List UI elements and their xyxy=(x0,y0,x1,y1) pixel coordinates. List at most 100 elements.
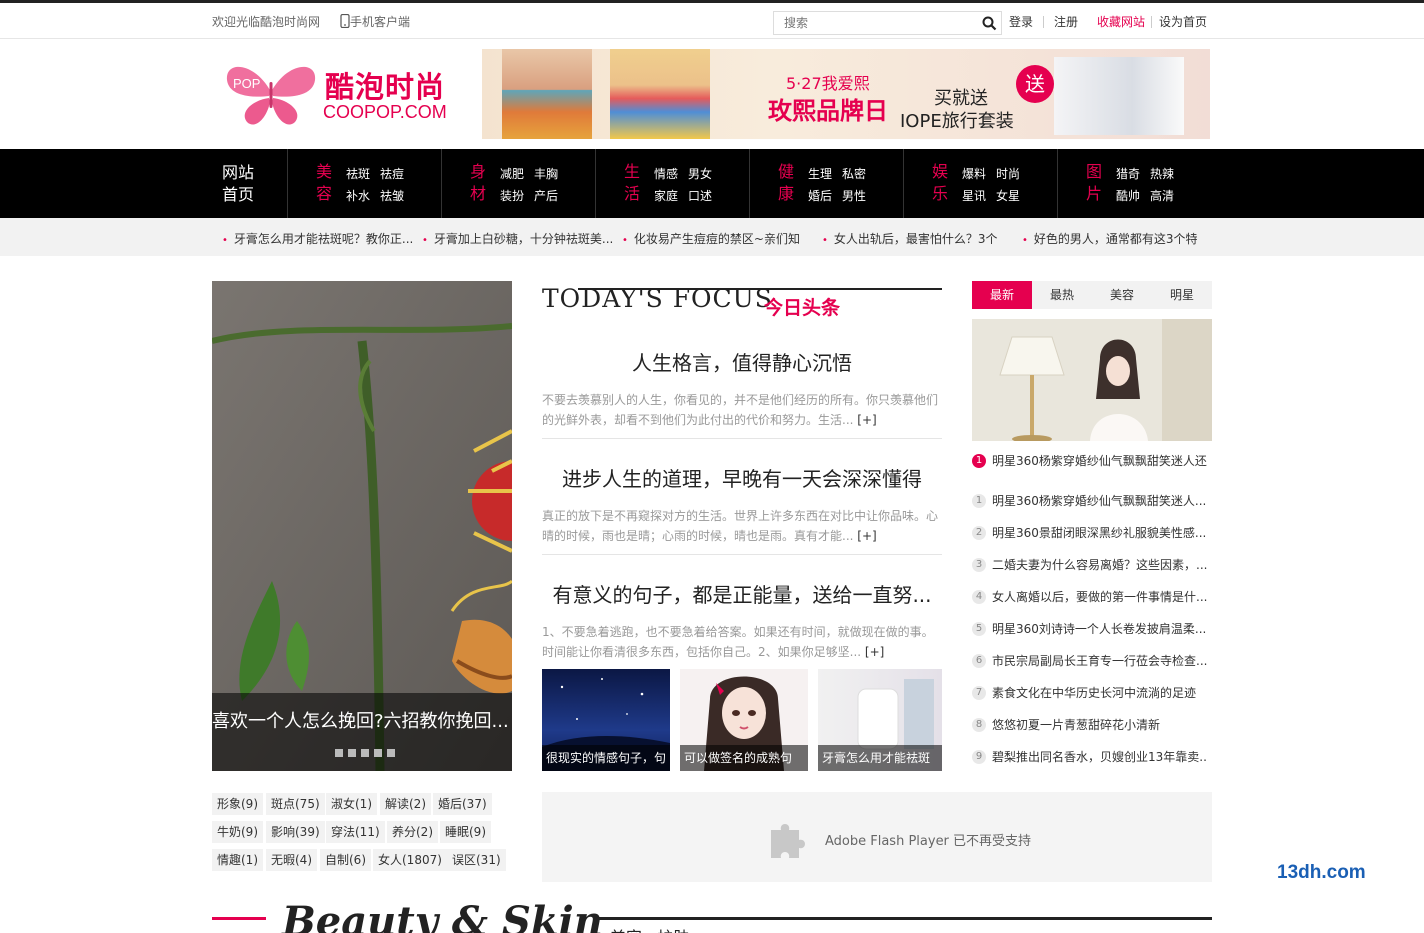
nav-group-health: 健康 生理 私密 婚后 男性 xyxy=(750,149,904,218)
slide-caption[interactable]: 喜欢一个人怎么挽回?六招教你挽回... xyxy=(212,707,512,733)
thumb-card[interactable]: 牙膏怎么用才能祛斑 xyxy=(818,669,942,771)
tab-beauty[interactable]: 美容 xyxy=(1092,281,1152,309)
sethome-link[interactable]: 设为首页 xyxy=(1159,13,1207,30)
nav-link[interactable]: 热辣 xyxy=(1150,165,1174,182)
image-slider[interactable]: 喜欢一个人怎么挽回?六招教你挽回... xyxy=(212,281,512,771)
nav-link[interactable]: 情感 xyxy=(654,165,678,182)
nav-link[interactable]: 婚后 xyxy=(808,187,832,204)
read-more-link[interactable]: [+] xyxy=(857,413,876,427)
list-item[interactable]: 4 女人离婚以后，要做的第一件事情是什... xyxy=(972,588,1212,608)
nav-link[interactable]: 丰胸 xyxy=(534,165,558,182)
ticker-item[interactable]: 牙膏怎么用才能祛斑呢？教你正... xyxy=(222,230,413,247)
tag-link[interactable]: 女人(1807) xyxy=(373,849,447,871)
rank-title: 明星360杨紫穿婚纱仙气飘飘甜笑迷人还 xyxy=(992,454,1207,468)
nav-cat-ent[interactable]: 娱乐 xyxy=(932,161,950,205)
favorite-link[interactable]: 收藏网站 xyxy=(1097,13,1145,30)
ticker-item[interactable]: 好色的男人，通常都有这3个特 xyxy=(1022,230,1198,247)
tab-hot[interactable]: 最热 xyxy=(1032,281,1092,309)
list-item[interactable]: 9 碧梨推出同名香水，贝嫂创业13年靠卖... xyxy=(972,748,1212,768)
list-item[interactable]: 6 市民宗局副局长王育专一行莅会寺检查... xyxy=(972,652,1212,672)
thumb-caption: 牙膏怎么用才能祛斑 xyxy=(818,745,942,771)
site-logo[interactable]: POP 酷泡时尚 COOPOP.COM xyxy=(225,62,455,128)
nav-cat-body[interactable]: 身材 xyxy=(470,161,488,205)
nav-link[interactable]: 男性 xyxy=(842,187,866,204)
tag-link[interactable]: 影响(39) xyxy=(266,821,325,843)
slide-dot[interactable] xyxy=(348,749,356,757)
banner-badge: 送 xyxy=(1016,65,1054,103)
tag-link[interactable]: 形象(9) xyxy=(212,793,263,815)
article-title[interactable]: 人生格言，值得静心沉悟 xyxy=(542,347,942,376)
tag-link[interactable]: 牛奶(9) xyxy=(212,821,263,843)
tag-link[interactable]: 穿法(11) xyxy=(326,821,385,843)
nav-link[interactable]: 祛痘 xyxy=(380,165,404,182)
list-item[interactable]: 3 二婚夫妻为什么容易离婚？这些因素，... xyxy=(972,556,1212,576)
thumb-card[interactable]: 可以做签名的成熟句 xyxy=(680,669,808,771)
tag-link[interactable]: 无暇(4) xyxy=(266,849,317,871)
nav-link[interactable]: 祛斑 xyxy=(346,165,370,182)
mobile-client-link[interactable]: 手机客户端 xyxy=(340,13,410,30)
ticker-item[interactable]: 化妆易产生痘痘的禁区~亲们知 xyxy=(622,230,800,247)
list-item[interactable]: 8 悠悠初夏一片青葱甜碎花小清新 xyxy=(972,716,1212,736)
nav-link[interactable]: 酷帅 xyxy=(1116,187,1140,204)
tag-link[interactable]: 解读(2) xyxy=(380,793,431,815)
nav-link[interactable]: 高清 xyxy=(1150,187,1174,204)
slide-dot[interactable] xyxy=(374,749,382,757)
list-item[interactable]: 1 明星360杨紫穿婚纱仙气飘飘甜笑迷人... xyxy=(972,492,1212,512)
tag-link[interactable]: 婚后(37) xyxy=(433,793,492,815)
thumb-card[interactable]: 很现实的情感句子，句 xyxy=(542,669,670,771)
nav-link[interactable]: 产后 xyxy=(534,187,558,204)
tag-link[interactable]: 情趣(1) xyxy=(212,849,263,871)
ad-banner[interactable]: 5·27我爱熙 玫熙品牌日 买就送 IOPE旅行套装 送 xyxy=(482,49,1210,139)
search-icon[interactable] xyxy=(982,16,997,31)
rank-feature-image[interactable] xyxy=(972,319,1212,441)
tab-latest[interactable]: 最新 xyxy=(972,281,1032,309)
slide-dot[interactable] xyxy=(361,749,369,757)
nav-home[interactable]: 网站 首页 xyxy=(222,162,254,206)
rank-number: 3 xyxy=(972,557,986,572)
tag-link[interactable]: 睡眠(9) xyxy=(440,821,491,843)
slide-dot[interactable] xyxy=(335,749,343,757)
nav-link[interactable]: 口述 xyxy=(688,187,712,204)
nav-link[interactable]: 装扮 xyxy=(500,187,524,204)
tag-link[interactable]: 误区(31) xyxy=(447,849,506,871)
nav-cat-pic[interactable]: 图片 xyxy=(1086,161,1104,205)
tag-link[interactable]: 养分(2) xyxy=(387,821,438,843)
tag-link[interactable]: 斑点(75) xyxy=(266,793,325,815)
nav-link[interactable]: 星讯 xyxy=(962,187,986,204)
nav-link[interactable]: 私密 xyxy=(842,165,866,182)
read-more-link[interactable]: [+] xyxy=(865,645,884,659)
nav-link[interactable]: 祛皱 xyxy=(380,187,404,204)
nav-link[interactable]: 补水 xyxy=(346,187,370,204)
nav-cat-health[interactable]: 健康 xyxy=(778,161,796,205)
section-rule xyxy=(593,917,1212,920)
article-title[interactable]: 进步人生的道理，早晚有一天会深深懂得 xyxy=(542,463,942,492)
ticker-item[interactable]: 女人出轨后，最害怕什么？3个 xyxy=(822,230,998,247)
nav-link[interactable]: 减肥 xyxy=(500,165,524,182)
list-item[interactable]: 2 明星360景甜闭眼深黑纱礼服貌美性感... xyxy=(972,524,1212,544)
article-title[interactable]: 有意义的句子，都是正能量，送给一直努... xyxy=(542,579,942,608)
list-item[interactable]: 5 明星360刘诗诗一个人长卷发披肩温柔... xyxy=(972,620,1212,640)
register-link[interactable]: 注册 xyxy=(1054,13,1078,30)
search-input[interactable] xyxy=(774,12,974,34)
list-item[interactable]: 7 素食文化在中华历史长河中流淌的足迹 xyxy=(972,684,1212,704)
tag-link[interactable]: 淑女(1) xyxy=(326,793,377,815)
login-link[interactable]: 登录 xyxy=(1009,13,1033,30)
nav-link[interactable]: 生理 xyxy=(808,165,832,182)
nav-link[interactable]: 女星 xyxy=(996,187,1020,204)
nav-link[interactable]: 时尚 xyxy=(996,165,1020,182)
read-more-link[interactable]: [+] xyxy=(857,529,876,543)
tab-star[interactable]: 明星 xyxy=(1152,281,1212,309)
ticker-item[interactable]: 牙膏加上白砂糖，十分钟祛斑美... xyxy=(422,230,613,247)
slide-dot[interactable] xyxy=(387,749,395,757)
nav-link[interactable]: 家庭 xyxy=(654,187,678,204)
nav-link[interactable]: 爆料 xyxy=(962,165,986,182)
nav-cat-beauty[interactable]: 美容 xyxy=(316,161,334,205)
nav-cat-char: 图 xyxy=(1086,162,1103,181)
rank-top-item[interactable]: 1 明星360杨紫穿婚纱仙气飘飘甜笑迷人还 xyxy=(972,452,1212,472)
focus-header: TODAY'S FOCUS 今日头条 xyxy=(542,281,942,321)
nav-link[interactable]: 男女 xyxy=(688,165,712,182)
nav-cat-life[interactable]: 生活 xyxy=(624,161,642,205)
nav-link[interactable]: 猎奇 xyxy=(1116,165,1140,182)
article-desc-text: 真正的放下是不再窥探对方的生活。世界上许多东西在对比中让你品味。心晴的时候，雨也… xyxy=(542,509,939,543)
tag-link[interactable]: 自制(6) xyxy=(320,849,371,871)
